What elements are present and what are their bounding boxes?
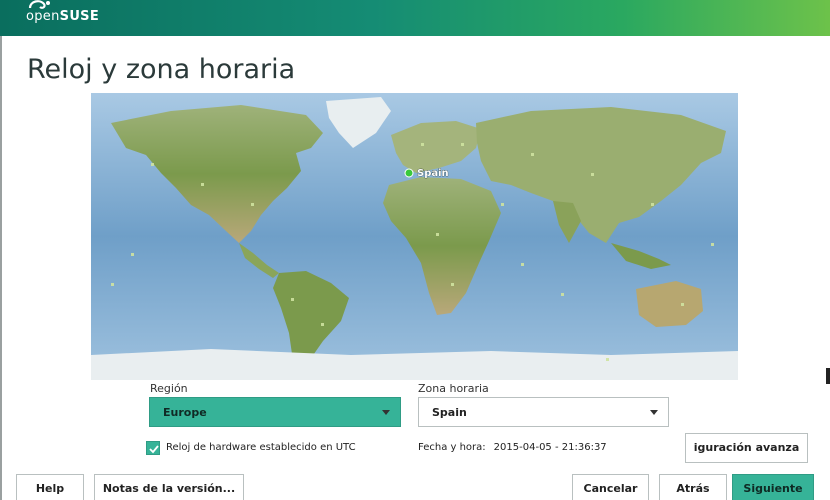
edge-marker: [826, 368, 830, 384]
region-label: Región: [150, 382, 188, 395]
cancel-button[interactable]: Cancelar: [572, 474, 649, 500]
yast-installer-window: openSUSE Reloj y zona horaria Spain Regi…: [0, 0, 830, 500]
checkmark-icon: [149, 445, 159, 454]
advanced-configuration-button[interactable]: iguración avanza: [685, 433, 808, 463]
next-button[interactable]: Siguiente: [732, 474, 814, 500]
page-title: Reloj y zona horaria: [27, 54, 296, 85]
hardware-clock-utc-label: Reloj de hardware establecido en UTC: [166, 442, 356, 453]
release-notes-button[interactable]: Notas de la versión...: [94, 474, 244, 500]
timezone-value: Spain: [432, 406, 467, 419]
help-button[interactable]: Help: [16, 474, 84, 500]
date-time-display: Fecha y hora: 2015-04-05 - 21:36:37: [418, 442, 607, 453]
hardware-clock-utc-checkbox[interactable]: [146, 441, 160, 455]
date-time-value: 2015-04-05 - 21:36:37: [493, 442, 607, 453]
region-select[interactable]: Europe: [149, 397, 401, 427]
timezone-label: Zona horaria: [418, 382, 489, 395]
world-map[interactable]: Spain: [91, 93, 738, 380]
window-border: [0, 36, 2, 500]
brand-name: openSUSE: [26, 9, 100, 24]
chevron-down-icon: [650, 410, 658, 415]
selected-location-marker: [404, 168, 414, 178]
back-button[interactable]: Atrás: [659, 474, 727, 500]
selected-location-label: Spain: [417, 168, 449, 179]
header-bar: openSUSE: [0, 0, 830, 36]
region-value: Europe: [163, 406, 207, 419]
date-time-label: Fecha y hora:: [418, 442, 486, 453]
world-map-graphic: Spain: [91, 93, 738, 380]
timezone-select[interactable]: Spain: [418, 397, 669, 427]
chevron-down-icon: [382, 410, 390, 415]
opensuse-logo: openSUSE: [24, 0, 144, 30]
